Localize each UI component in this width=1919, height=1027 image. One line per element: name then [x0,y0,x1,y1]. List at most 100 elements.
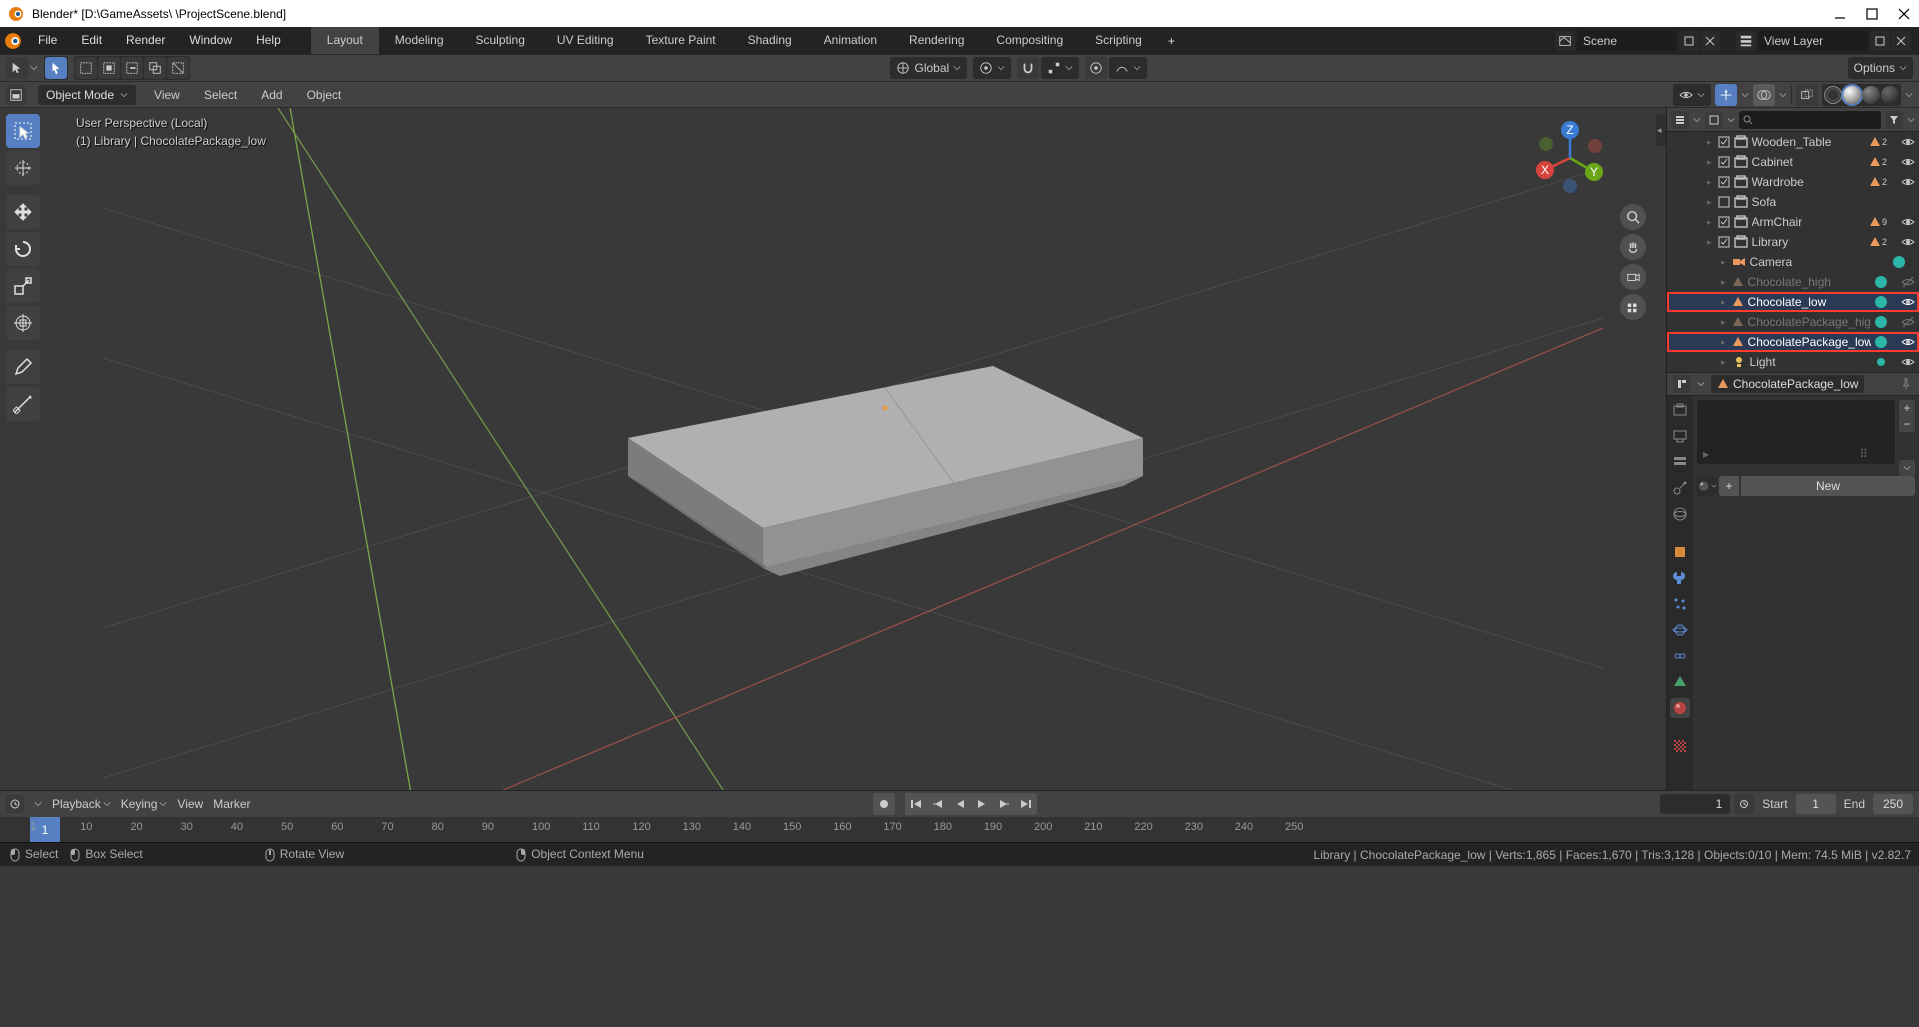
submenu-view[interactable]: View [148,88,186,102]
workspace-shading[interactable]: Shading [732,27,808,54]
outliner-display-mode[interactable] [1705,111,1723,129]
tab-physics[interactable] [1670,620,1690,640]
pan-button[interactable] [1620,234,1646,260]
tool-rotate[interactable] [6,232,40,266]
submenu-select[interactable]: Select [198,88,243,102]
play-button[interactable] [971,793,993,815]
select-invert-button[interactable] [167,57,189,79]
shading-rendered-button[interactable] [1881,86,1899,104]
timeline-keying-menu[interactable]: Keying [121,797,168,811]
viewlayer-delete-button[interactable] [1891,31,1911,51]
checkbox-checked-icon[interactable] [1718,236,1730,248]
material-slot-add-button[interactable]: + [1899,400,1915,416]
menu-file[interactable]: File [26,27,69,54]
select-tweak-button[interactable] [45,57,67,79]
perspective-toggle-button[interactable] [1620,294,1646,320]
outliner-row[interactable]: ▸Chocolate_low [1667,292,1919,312]
select-box-button[interactable] [75,57,97,79]
tab-texture[interactable] [1670,736,1690,756]
outliner-row[interactable]: ▸Wooden_Table2 [1667,132,1919,152]
outliner-row[interactable]: ▸Light [1667,352,1919,372]
viewlayer-name-field[interactable]: View Layer [1758,31,1868,51]
outliner-row[interactable]: ▸ChocolatePackage_low [1667,332,1919,352]
shading-solid-button[interactable] [1843,86,1861,104]
outliner-row[interactable]: ▸Library2 [1667,232,1919,252]
tool-measure[interactable] [6,387,40,421]
scene-browse-button[interactable] [1555,31,1575,51]
nav-gizmo[interactable]: X Y Z [1530,118,1610,198]
outliner-search-input[interactable] [1739,111,1881,129]
select-extend-button[interactable] [98,57,120,79]
outliner-row[interactable]: ▸Camera [1667,252,1919,272]
visibility-on-icon[interactable] [1901,355,1915,369]
zoom-button[interactable] [1620,204,1646,230]
add-workspace-button[interactable]: + [1158,34,1185,48]
workspace-uvediting[interactable]: UV Editing [541,27,630,54]
start-frame-field[interactable]: 1 [1796,794,1836,814]
tool-move[interactable] [6,195,40,229]
snap-target-dropdown[interactable] [1041,57,1079,79]
material-slot-list[interactable]: ▸⠿ [1697,400,1895,464]
select-intersect-button[interactable] [144,57,166,79]
outliner-editor-type[interactable] [1671,111,1689,129]
close-icon[interactable] [1897,7,1911,21]
menu-window[interactable]: Window [177,27,244,54]
minimize-icon[interactable] [1833,7,1847,21]
submenu-object[interactable]: Object [301,88,348,102]
outliner-row[interactable]: ▸Sofa [1667,192,1919,212]
scene-name-field[interactable]: Scene [1577,31,1677,51]
tab-render[interactable] [1670,400,1690,420]
visibility-off-icon[interactable] [1901,315,1915,329]
viewlayer-new-button[interactable] [1870,31,1890,51]
menu-help[interactable]: Help [244,27,293,54]
checkbox-checked-icon[interactable] [1718,216,1730,228]
outliner-filter-button[interactable] [1885,111,1903,129]
app-icon[interactable] [0,32,26,50]
tab-modifiers[interactable] [1670,568,1690,588]
checkbox-checked-icon[interactable] [1718,176,1730,188]
tool-transform[interactable] [6,306,40,340]
outliner[interactable]: ▸Wooden_Table2▸Cabinet2▸Wardrobe2▸Sofa▸A… [1667,132,1919,372]
editor-type-button[interactable] [6,85,26,105]
visibility-on-icon[interactable] [1901,135,1915,149]
n-panel-toggle[interactable] [1656,114,1666,146]
checkbox-checked-icon[interactable] [1718,136,1730,148]
outliner-row[interactable]: ▸Cabinet2 [1667,152,1919,172]
tab-material[interactable] [1670,698,1690,718]
chevron-down-icon[interactable] [1741,91,1749,99]
3d-viewport[interactable]: User Perspective (Local) (1) Library | C… [0,108,1666,790]
timeline-playback-menu[interactable]: Playback [52,797,111,811]
current-frame-field[interactable]: 1 [1660,794,1730,814]
tool-scale[interactable] [6,269,40,303]
material-new-button[interactable]: New [1741,476,1915,496]
visibility-dropdown[interactable] [1673,84,1711,106]
material-slot-remove-button[interactable]: − [1899,416,1915,432]
workspace-layout[interactable]: Layout [311,27,379,54]
props-editor-type[interactable] [1673,375,1691,393]
scene-new-button[interactable] [1679,31,1699,51]
material-specials-button[interactable] [1899,460,1915,476]
material-browse-button[interactable] [1697,476,1717,496]
visibility-off-icon[interactable] [1901,275,1915,289]
checkbox-checked-icon[interactable] [1718,156,1730,168]
tool-select-box[interactable] [6,114,40,148]
next-keyframe-button[interactable] [993,793,1015,815]
outliner-row[interactable]: ▸ChocolatePackage_high [1667,312,1919,332]
chevron-down-icon[interactable] [1905,91,1913,99]
workspace-scripting[interactable]: Scripting [1079,27,1158,54]
pivot-dropdown[interactable] [973,57,1011,79]
tab-mesh[interactable] [1670,672,1690,692]
props-context-crumb[interactable]: ChocolatePackage_low [1711,375,1864,393]
tab-constraints[interactable] [1670,646,1690,666]
snap-toggle[interactable] [1017,57,1039,79]
visibility-on-icon[interactable] [1901,175,1915,189]
timeline-editor-type[interactable] [6,795,24,813]
shading-lookdev-button[interactable] [1862,86,1880,104]
end-frame-field[interactable]: 250 [1873,794,1913,814]
outliner-row[interactable]: ▸ArmChair9 [1667,212,1919,232]
camera-view-button[interactable] [1620,264,1646,290]
tab-particles[interactable] [1670,594,1690,614]
tool-select-dropdown[interactable] [6,57,28,79]
workspace-animation[interactable]: Animation [808,27,893,54]
transform-orientation-dropdown[interactable]: Global [890,57,967,79]
